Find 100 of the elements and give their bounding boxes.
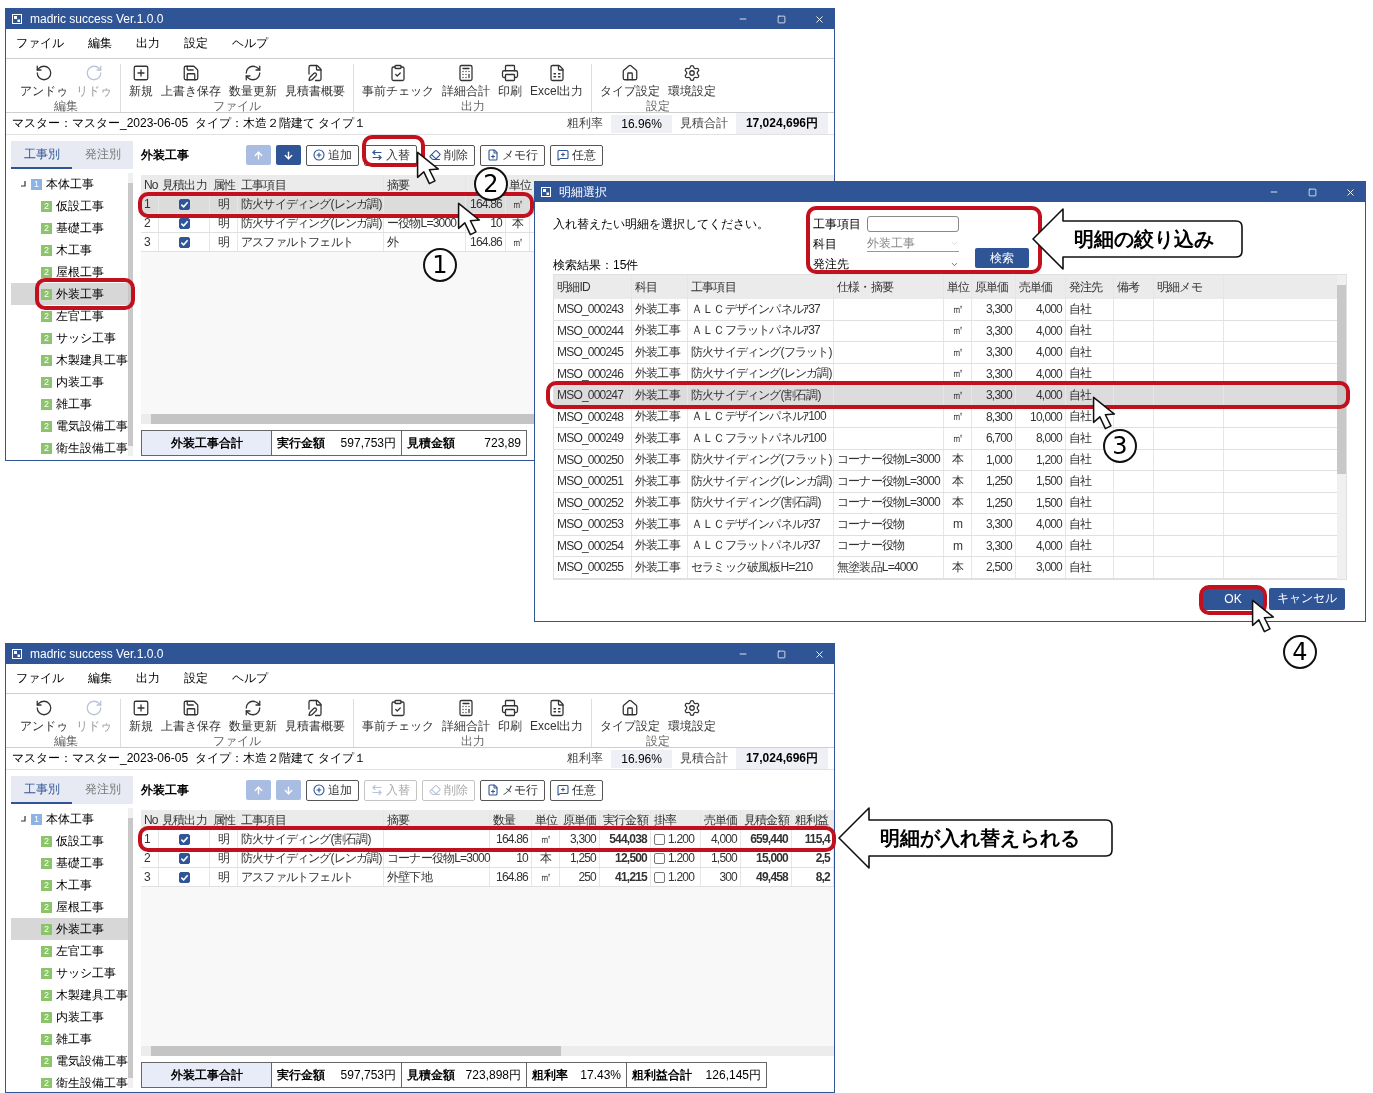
checkbox[interactable]: [178, 871, 190, 883]
toolbar-button[interactable]: 環境設定: [666, 64, 719, 100]
tab[interactable]: 工事別: [11, 141, 72, 169]
tab[interactable]: 工事別: [11, 776, 72, 804]
horizontal-scrollbar[interactable]: [141, 1046, 834, 1056]
tree-item[interactable]: 2 雑工事: [11, 393, 128, 415]
table-row[interactable]: MSO_000253 外装工事 ＡＬＣデザインパネルｱ37 コーナー役物 m 3,300 4,000 自社: [554, 514, 1337, 536]
table-row[interactable]: MSO_000251 外装工事 防火サイディング(レンガ調) コーナー役物L=3000 本 1,250 1,500 自社: [554, 471, 1337, 493]
move-down-button[interactable]: [276, 145, 301, 165]
cancel-button[interactable]: キャンセル: [1269, 587, 1345, 610]
tab[interactable]: 発注別: [72, 776, 133, 804]
menu-item[interactable]: 編集: [88, 670, 112, 687]
checkbox[interactable]: [654, 871, 665, 883]
toolbar-button[interactable]: 見積書概要: [283, 699, 347, 735]
toolbar-button[interactable]: タイプ設定: [598, 699, 663, 735]
tree-item[interactable]: 2 基礎工事: [11, 217, 128, 239]
search-button[interactable]: 検索: [975, 248, 1029, 268]
checkbox[interactable]: [178, 833, 190, 845]
toolbar-button[interactable]: アンドゥ: [18, 699, 70, 735]
tree-item[interactable]: 2 左官工事: [11, 940, 128, 962]
menu-item[interactable]: 出力: [136, 35, 160, 52]
toolbar-button[interactable]: 詳細合計: [440, 699, 492, 735]
menu-item[interactable]: 編集: [88, 35, 112, 52]
tree-item[interactable]: 2 内装工事: [11, 1006, 128, 1028]
collapse-icon[interactable]: [19, 815, 27, 823]
tree-item[interactable]: 2 左官工事: [11, 305, 128, 327]
tree-item[interactable]: 2 基礎工事: [11, 852, 128, 874]
toolbar-button[interactable]: 上書き保存: [159, 699, 223, 735]
tree-item[interactable]: 2 木工事: [11, 239, 128, 261]
tree-item[interactable]: 2 サッシ工事: [11, 327, 128, 349]
tree-item[interactable]: 1 本体工事: [11, 808, 128, 830]
toolbar-button[interactable]: 見積書概要: [283, 64, 347, 100]
table-row[interactable]: MSO_000247 外装工事 防火サイディング(割石調) ㎡ 3,300 4,000 自社: [554, 385, 1337, 407]
toolbar-button[interactable]: タイプ設定: [598, 64, 663, 100]
tree-item[interactable]: 2 外装工事: [11, 283, 128, 305]
checkbox[interactable]: [178, 198, 190, 210]
toolbar-button[interactable]: 上書き保存: [159, 64, 223, 100]
checkbox[interactable]: [178, 217, 190, 229]
menu-item[interactable]: 設定: [184, 35, 208, 52]
input-field[interactable]: [867, 216, 959, 233]
toolbar-button[interactable]: 新規: [127, 699, 155, 735]
toolbar-button[interactable]: Excel出力: [528, 699, 586, 735]
toolbar-button[interactable]: 新規: [127, 64, 155, 100]
scrollbar-thumb[interactable]: [151, 1046, 561, 1056]
scrollbar-thumb[interactable]: [1337, 285, 1346, 474]
table-row[interactable]: MSO_000245 外装工事 防火サイディング(フラット) ㎡ 3,300 4,000 自社: [554, 342, 1337, 364]
tree-item[interactable]: 2 仮設工事: [11, 195, 128, 217]
checkbox[interactable]: [654, 852, 665, 864]
menu-item[interactable]: ファイル: [16, 35, 64, 52]
tree-item[interactable]: 2 屋根工事: [11, 896, 128, 918]
table-row[interactable]: MSO_000255 外装工事 セラミック破風板H=210 無塗装品L=4000 本 2,500 3,000 自社: [554, 557, 1337, 579]
toolbar-button[interactable]: 事前チェック: [360, 64, 436, 100]
toolbar-button[interactable]: 詳細合計: [440, 64, 492, 100]
vertical-scrollbar[interactable]: [1337, 275, 1346, 579]
tree-item[interactable]: 2 内装工事: [11, 371, 128, 393]
menu-item[interactable]: 出力: [136, 670, 160, 687]
tree-item[interactable]: 2 屋根工事: [11, 261, 128, 283]
checkbox[interactable]: [178, 236, 190, 248]
menu-item[interactable]: 設定: [184, 670, 208, 687]
toolbar-button[interactable]: 印刷: [496, 64, 524, 100]
toolbar-button[interactable]: 印刷: [496, 699, 524, 735]
action-button[interactable]: 追加: [306, 144, 359, 166]
tree-item[interactable]: 2 衛生設備工事: [11, 437, 128, 456]
tree-item[interactable]: 2 木工事: [11, 874, 128, 896]
table-row[interactable]: MSO_000252 外装工事 防火サイディング(割石調) コーナー役物L=3000 本 1,250 1,500 自社: [554, 492, 1337, 514]
tab[interactable]: 発注別: [72, 141, 133, 169]
collapse-icon[interactable]: [19, 180, 27, 188]
table-cell: MSO_000250: [554, 449, 632, 470]
table-row[interactable]: MSO_000243 外装工事 ＡＬＣデザインパネルｱ37 ㎡ 3,300 4,000 自社: [554, 299, 1337, 321]
checkbox[interactable]: [178, 852, 190, 864]
toolbar-button[interactable]: 数量更新: [227, 699, 279, 735]
tree-item[interactable]: 2 外装工事: [11, 918, 128, 940]
tree-item[interactable]: 2 サッシ工事: [11, 962, 128, 984]
menu-item[interactable]: ヘルプ: [232, 670, 268, 687]
toolbar-button[interactable]: アンドゥ: [18, 64, 70, 100]
tree-item[interactable]: 2 衛生設備工事: [11, 1072, 128, 1088]
action-button[interactable]: 追加: [306, 779, 359, 801]
tree-item[interactable]: 2 雑工事: [11, 1028, 128, 1050]
action-button[interactable]: メモ行: [480, 144, 545, 166]
redo-icon: [85, 699, 103, 717]
tree-item[interactable]: 2 仮設工事: [11, 830, 128, 852]
toolbar-button[interactable]: 事前チェック: [360, 699, 436, 735]
tree-item[interactable]: 2 電気設備工事: [11, 1050, 128, 1072]
menu-item[interactable]: ファイル: [16, 670, 64, 687]
level-badge: 2: [41, 376, 52, 388]
tree-item[interactable]: 2 電気設備工事: [11, 415, 128, 437]
table-row[interactable]: 3 明 アスファルトフェルト 外壁下地 164.86 ㎡ 250 41,215 1.200 300 49,458 8,2: [141, 868, 834, 887]
tree-item[interactable]: 1 本体工事: [11, 173, 128, 195]
checkbox[interactable]: [654, 833, 665, 845]
toolbar-button[interactable]: 環境設定: [666, 699, 719, 735]
table-row[interactable]: MSO_000244 外装工事 ＡＬＣフラットパネルｱ37 ㎡ 3,300 4,000 自社: [554, 320, 1337, 342]
action-button[interactable]: 任意: [550, 779, 603, 801]
table-row[interactable]: MSO_000254 外装工事 ＡＬＣフラットパネルｱ37 コーナー役物 m 3,300 4,000 自社: [554, 535, 1337, 557]
menu-item[interactable]: ヘルプ: [232, 35, 268, 52]
tree-item[interactable]: 2 木製建具工事: [11, 984, 128, 1006]
action-button[interactable]: 任意: [550, 144, 603, 166]
toolbar-button[interactable]: Excel出力: [528, 64, 586, 100]
tree-item[interactable]: 2 木製建具工事: [11, 349, 128, 371]
action-button[interactable]: メモ行: [480, 779, 545, 801]
toolbar-button[interactable]: 数量更新: [227, 64, 279, 100]
